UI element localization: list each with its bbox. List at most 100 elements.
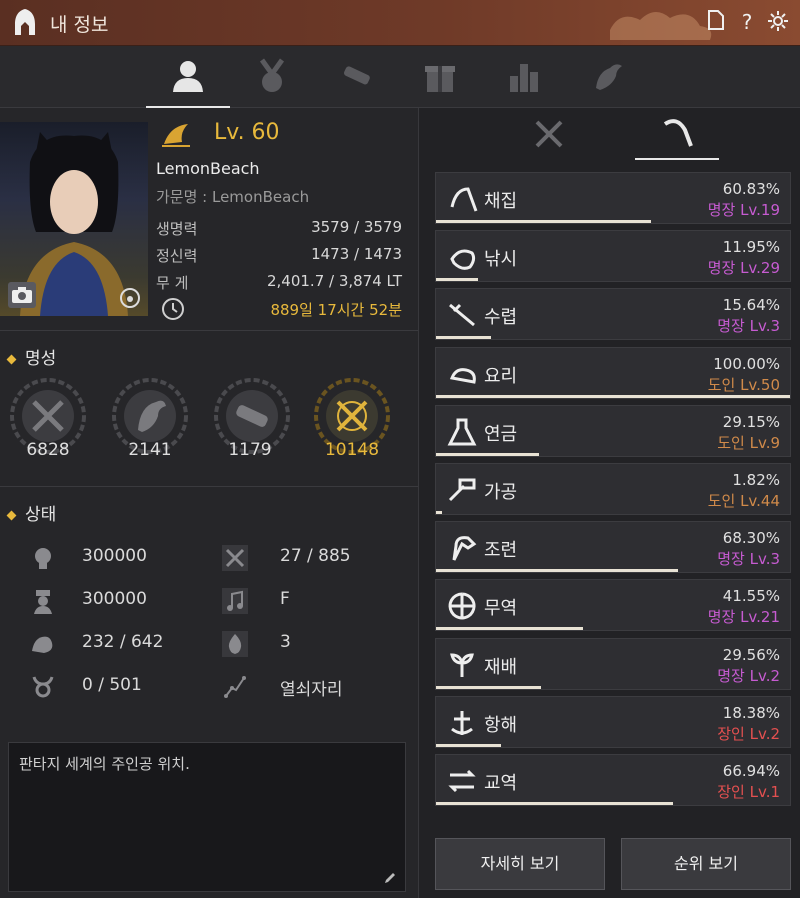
life-skill-percent: 11.95% — [722, 238, 780, 257]
life-skill-item[interactable]: 재배 29.56% 명장 Lv.2 — [435, 637, 791, 690]
life-skill-rank: 명장 Lv.3 — [717, 550, 780, 569]
crossed-tools-icon — [222, 545, 248, 571]
divider — [0, 486, 418, 487]
life-skill-progress-bar — [436, 685, 541, 689]
life-skill-percent: 18.38% — [722, 703, 780, 722]
detail-button[interactable]: 자세히 보기 — [435, 838, 605, 890]
life-skill-item[interactable]: 교역 66.94% 장인 Lv.1 — [435, 754, 791, 806]
weight-label: 무 게 — [156, 274, 189, 292]
life-skill-item[interactable]: 요리 100.00% 도인 Lv.50 — [435, 346, 791, 399]
flame-value: 3 — [280, 632, 291, 652]
life-skill-name: 수렵 — [484, 307, 518, 329]
life-skill-name: 무역 — [484, 598, 518, 620]
tab-gift[interactable] — [398, 46, 482, 108]
life-skill-percent: 29.15% — [722, 412, 780, 431]
window-title: 내 정보 — [50, 14, 109, 36]
diamond-bullet-icon — [6, 354, 17, 364]
life-skill-progress-bar — [436, 569, 678, 573]
strength-value: 232 / 642 — [82, 632, 164, 652]
life-skill-name: 요리 — [484, 365, 518, 387]
life-skill-progress-bar — [436, 743, 502, 747]
status-section-title: 상태 — [6, 500, 57, 525]
constellation-icon — [224, 676, 246, 698]
gift-icon — [425, 66, 455, 92]
settings-icon[interactable] — [766, 10, 790, 34]
strength-icon — [32, 636, 53, 653]
fame-title-text: 명성 — [25, 349, 57, 369]
character-name: LemonBeach — [156, 159, 260, 178]
life-skill-name: 연금 — [484, 423, 518, 445]
tab-profile[interactable] — [146, 46, 230, 108]
family-name: 가문명 : LemonBeach — [156, 188, 310, 206]
life-skill-progress-bar — [436, 511, 443, 514]
life-skill-progress-bar — [436, 394, 790, 398]
hammer-icon — [448, 478, 476, 502]
tab-pet[interactable] — [566, 46, 650, 108]
intro-text: 판타지 세계의 주인공 위치. — [19, 755, 190, 773]
rifle-icon — [449, 304, 475, 327]
divider — [0, 330, 418, 331]
tab-chart[interactable] — [482, 46, 566, 108]
status-title-text: 상태 — [25, 505, 57, 525]
life-skill-name: 채집 — [484, 191, 518, 212]
roast-chicken-icon — [449, 367, 476, 384]
life-skill-name: 교역 — [484, 773, 518, 794]
sickle-icon — [663, 119, 693, 147]
bar-chart-icon — [510, 64, 538, 92]
pet-icon — [596, 64, 622, 90]
life-skill-rank: 명장 Lv.29 — [707, 259, 780, 278]
life-skill-item[interactable]: 무역 41.55% 명장 Lv.21 — [435, 579, 791, 632]
fish-icon — [450, 249, 476, 270]
life-skill-item[interactable]: 채집 60.83% 명장 Lv.19 — [435, 172, 791, 224]
camera-icon — [12, 287, 32, 303]
mp-value: 1473 / 1473 — [311, 245, 402, 263]
life-skill-item[interactable]: 낚시 11.95% 명장 Lv.29 — [435, 230, 791, 283]
contribution-fame-value: 1179 — [228, 440, 272, 460]
total-fame-value: 10148 — [324, 440, 380, 460]
scroll-icon — [343, 66, 370, 85]
tab-medal[interactable] — [230, 46, 314, 108]
intro-textbox[interactable]: 판타지 세계의 주인공 위치. — [8, 742, 406, 892]
flame-icon — [222, 631, 248, 657]
life-skill-item[interactable]: 연금 29.15% 도인 Lv.9 — [435, 404, 791, 457]
helmet-icon — [15, 9, 35, 35]
edit-pencil-icon[interactable] — [383, 871, 397, 885]
cloud-decoration — [610, 11, 712, 40]
life-skill-progress-bar — [436, 336, 492, 340]
life-skill-rank: 명장 Lv.2 — [717, 666, 780, 685]
life-skill-progress-bar — [436, 452, 540, 456]
help-icon[interactable]: ? — [735, 10, 759, 34]
life-skill-item[interactable]: 수렵 15.64% 명장 Lv.3 — [435, 288, 791, 341]
life-skill-rank: 도인 Lv.44 — [707, 492, 780, 510]
life-skill-item[interactable]: 가공 1.82% 도인 Lv.44 — [435, 463, 791, 515]
sprout-icon — [450, 653, 474, 677]
life-skill-rank: 명장 Lv.19 — [707, 201, 780, 219]
mp-label: 정신력 — [156, 247, 198, 265]
fame-section-title: 명성 — [6, 344, 57, 369]
life-skill-name: 항해 — [484, 714, 518, 736]
life-skill-item[interactable]: 조련 68.30% 명장 Lv.3 — [435, 521, 791, 574]
camera-button[interactable] — [8, 282, 36, 308]
document-icon[interactable] — [704, 10, 728, 34]
life-skill-item[interactable]: 항해 18.38% 장인 Lv.2 — [435, 695, 791, 748]
hp-label: 생명력 — [156, 220, 198, 238]
life-skill-progress-bar — [436, 627, 584, 631]
life-skill-rank: 명장 Lv.3 — [717, 317, 780, 336]
tab-combat[interactable] — [509, 108, 589, 160]
life-skill-percent: 41.55% — [722, 587, 780, 606]
level-emblem-icon — [162, 124, 190, 147]
officer-value: 300000 — [82, 589, 147, 609]
wheel-icon — [448, 592, 476, 620]
exchange-arrows-icon — [448, 769, 476, 793]
top-tab-bar — [0, 46, 800, 108]
ranking-button[interactable]: 순위 보기 — [621, 838, 791, 890]
tools-value: 27 / 885 — [280, 546, 351, 566]
life-skill-percent: 100.00% — [713, 354, 780, 373]
tab-scroll[interactable] — [314, 46, 398, 108]
life-skill-panel: 채집 60.83% 명장 Lv.19 낚시 11.95% 명장 Lv.29 수렵 15.64%… — [418, 108, 800, 898]
life-skill-rank: 도인 Lv.50 — [707, 375, 780, 394]
life-skill-percent: 68.30% — [722, 529, 780, 548]
tab-life[interactable] — [635, 108, 719, 160]
life-skill-name: 조련 — [484, 540, 518, 562]
constellation-value: 열쇠자리 — [280, 680, 343, 700]
